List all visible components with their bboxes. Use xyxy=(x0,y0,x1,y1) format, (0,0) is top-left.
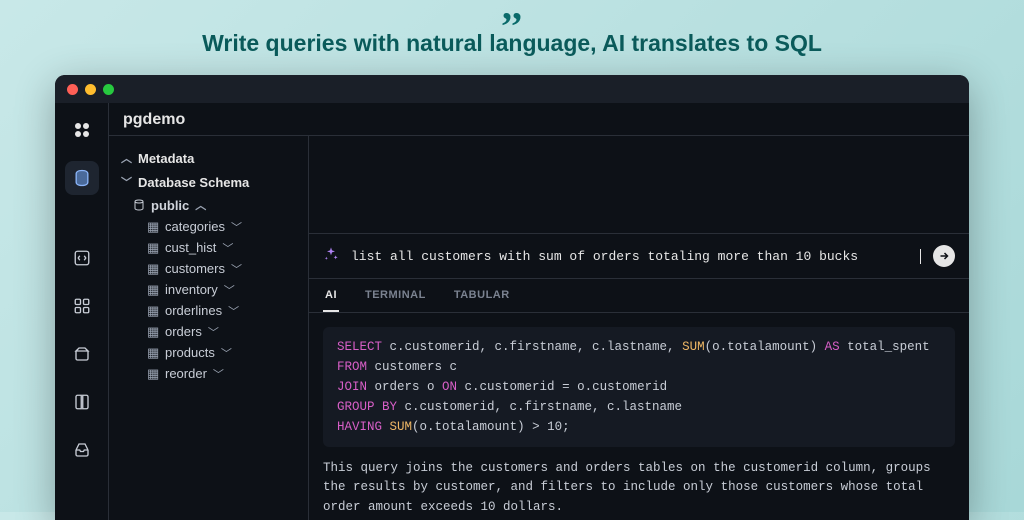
metadata-label: Metadata xyxy=(138,151,194,166)
editor-area: list all customers with sum of orders to… xyxy=(309,136,969,520)
sql-function: SUM xyxy=(682,340,705,354)
titlebar xyxy=(55,75,969,103)
query-editor-icon[interactable] xyxy=(65,241,99,275)
app-window: pgdemo ︿ Metadata ﹀ Database Schema publ… xyxy=(55,75,969,520)
minimize-window-icon[interactable] xyxy=(85,84,96,95)
table-name: orders xyxy=(165,324,202,339)
sql-code-block[interactable]: SELECT c.customerid, c.firstname, c.last… xyxy=(323,327,955,447)
schema-section[interactable]: ﹀ Database Schema xyxy=(117,170,300,194)
table-name: customers xyxy=(165,261,225,276)
schema-sidebar: ︿ Metadata ﹀ Database Schema public ︿ ▦ c… xyxy=(109,136,309,520)
table-icon: ▦ xyxy=(147,303,159,319)
run-button[interactable] xyxy=(933,245,955,267)
chevron-down-icon: ﹀ xyxy=(222,240,233,256)
sql-table: customers c xyxy=(367,360,457,374)
table-icon: ▦ xyxy=(147,219,159,235)
sql-function: SUM xyxy=(390,420,413,434)
table-name: orderlines xyxy=(165,303,222,318)
editor-empty-space xyxy=(309,136,969,234)
sql-keyword: ON xyxy=(442,380,457,394)
chevron-up-icon: ︿ xyxy=(195,197,206,213)
sql-condition: c.customerid = o.customerid xyxy=(457,380,667,394)
table-icon: ▦ xyxy=(147,366,159,382)
tab-terminal[interactable]: TERMINAL xyxy=(363,279,428,312)
chevron-down-icon: ﹀ xyxy=(231,219,242,235)
sql-arg: (o.totalamount) > xyxy=(412,420,547,434)
sql-keyword: GROUP BY xyxy=(337,400,397,414)
maximize-window-icon[interactable] xyxy=(103,84,114,95)
table-item[interactable]: ▦ categories ﹀ xyxy=(147,216,300,237)
tab-tabular[interactable]: TABULAR xyxy=(452,279,512,312)
activity-bar xyxy=(55,103,109,520)
table-item[interactable]: ▦ orderlines ﹀ xyxy=(147,300,300,321)
schema-node-public[interactable]: public ︿ xyxy=(117,194,300,216)
sql-arg: (o.totalamount) xyxy=(705,340,825,354)
tab-ai[interactable]: AI xyxy=(323,279,339,312)
table-name: cust_hist xyxy=(165,240,216,255)
table-item[interactable]: ▦ reorder ﹀ xyxy=(147,363,300,384)
table-name: reorder xyxy=(165,366,207,381)
table-icon: ▦ xyxy=(147,345,159,361)
schema-name: public xyxy=(151,198,189,213)
chevron-down-icon: ﹀ xyxy=(121,174,132,190)
table-icon: ▦ xyxy=(147,324,159,340)
table-item[interactable]: ▦ customers ﹀ xyxy=(147,258,300,279)
schema-label: Database Schema xyxy=(138,175,249,190)
table-item[interactable]: ▦ cust_hist ﹀ xyxy=(147,237,300,258)
database-connection-icon[interactable] xyxy=(65,161,99,195)
chevron-down-icon: ﹀ xyxy=(221,345,232,361)
table-item[interactable]: ▦ products ﹀ xyxy=(147,342,300,363)
storage-icon[interactable] xyxy=(65,337,99,371)
table-list: ▦ categories ﹀ ▦ cust_hist ﹀ ▦ customers ﹀ ▦ in… xyxy=(117,216,300,384)
breadcrumb-row: pgdemo xyxy=(109,103,969,136)
sql-keyword: HAVING xyxy=(337,420,382,434)
sql-keyword: AS xyxy=(825,340,840,354)
table-name: categories xyxy=(165,219,225,234)
table-icon: ▦ xyxy=(147,282,159,298)
sql-columns: c.customerid, c.firstname, c.lastname, xyxy=(382,340,682,354)
arrow-right-icon xyxy=(938,250,950,262)
sparkle-icon xyxy=(323,246,339,267)
app-logo-icon[interactable] xyxy=(65,113,99,147)
table-icon: ▦ xyxy=(147,240,159,256)
inbox-icon[interactable] xyxy=(65,433,99,467)
docs-icon[interactable] xyxy=(65,385,99,419)
table-name: inventory xyxy=(165,282,218,297)
table-icon: ▦ xyxy=(147,261,159,277)
sql-semicolon: ; xyxy=(562,420,570,434)
sql-keyword: JOIN xyxy=(337,380,367,394)
metadata-section[interactable]: ︿ Metadata xyxy=(117,146,300,170)
sql-table: orders o xyxy=(367,380,442,394)
table-item[interactable]: ▦ inventory ﹀ xyxy=(147,279,300,300)
sql-space xyxy=(382,420,390,434)
chevron-down-icon: ﹀ xyxy=(231,261,242,277)
connection-title: pgdemo xyxy=(123,111,185,129)
database-icon xyxy=(133,199,145,211)
table-name: products xyxy=(165,345,215,360)
result-tabs: AI TERMINAL TABULAR xyxy=(309,279,969,313)
chevron-down-icon: ﹀ xyxy=(228,303,239,319)
chevron-down-icon: ﹀ xyxy=(208,324,219,340)
result-pane: SELECT c.customerid, c.firstname, c.last… xyxy=(309,313,969,517)
ai-explanation: This query joins the customers and order… xyxy=(323,459,955,517)
sql-alias: total_spent xyxy=(840,340,930,354)
close-window-icon[interactable] xyxy=(67,84,78,95)
chevron-up-icon: ︿ xyxy=(121,150,132,166)
sql-keyword: SELECT xyxy=(337,340,382,354)
ai-prompt-row: list all customers with sum of orders to… xyxy=(309,234,969,279)
sql-number: 10 xyxy=(547,420,562,434)
table-item[interactable]: ▦ orders ﹀ xyxy=(147,321,300,342)
dashboard-icon[interactable] xyxy=(65,289,99,323)
chevron-down-icon: ﹀ xyxy=(224,282,235,298)
quote-decoration-icon: ,, xyxy=(502,0,522,12)
chevron-down-icon: ﹀ xyxy=(213,366,224,382)
sql-keyword: FROM xyxy=(337,360,367,374)
ai-prompt-input[interactable]: list all customers with sum of orders to… xyxy=(351,249,921,264)
sql-columns: c.customerid, c.firstname, c.lastname xyxy=(397,400,682,414)
